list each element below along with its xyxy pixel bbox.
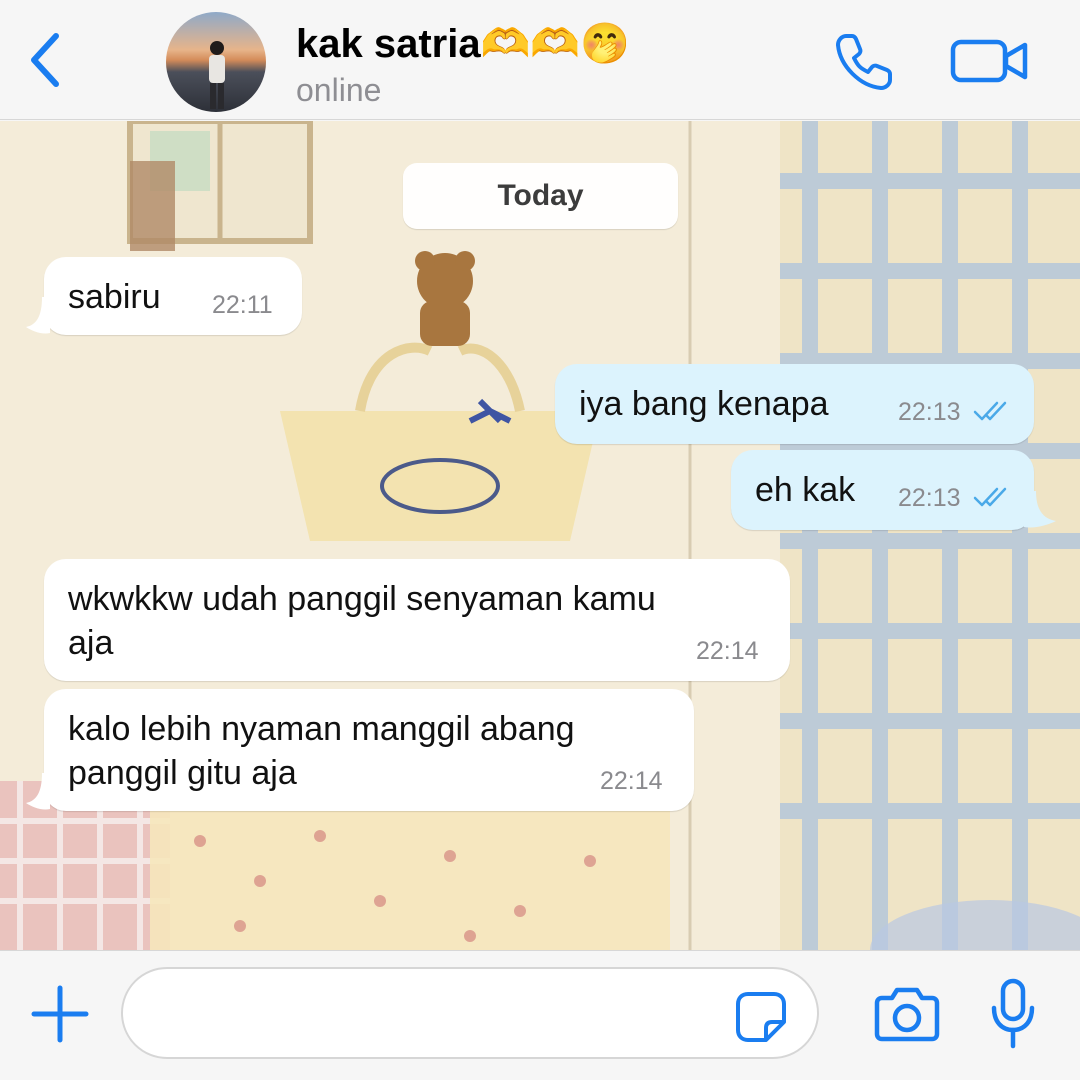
message-time: 22:13 — [898, 398, 961, 426]
bubble-tail — [26, 773, 50, 810]
bubble-tail — [1024, 491, 1056, 528]
message-bubble-outgoing[interactable]: eh kak 22:13 — [731, 450, 1034, 530]
message-text-line-2: aja — [68, 624, 114, 662]
message-text-line-1: kalo lebih nyaman manggil abang — [68, 710, 575, 748]
message-bubble-incoming[interactable]: kalo lebih nyaman manggil abang panggil … — [44, 689, 694, 811]
camera-icon[interactable] — [874, 986, 940, 1042]
message-text: iya bang kenapa — [579, 385, 829, 423]
chat-wallpaper — [0, 121, 1080, 950]
message-time: 22:11 — [212, 291, 273, 319]
contact-name[interactable]: kak satria🫶🫶🤭 — [296, 20, 630, 67]
bubble-tail — [26, 297, 50, 334]
message-time: 22:14 — [696, 637, 759, 665]
chevron-left-icon[interactable] — [22, 30, 72, 90]
chat-area[interactable]: Today sabiru 22:11 iya bang kenapa 22:13… — [0, 121, 1080, 950]
contact-status: online — [296, 72, 382, 108]
message-bubble-incoming[interactable]: sabiru 22:11 — [44, 257, 302, 335]
message-text-line-2: panggil gitu aja — [68, 754, 297, 792]
read-receipt-icon — [973, 401, 1007, 421]
sticker-icon[interactable] — [734, 990, 788, 1044]
message-bubble-incoming[interactable]: wkwkkw udah panggil senyaman kamu aja 22… — [44, 559, 790, 681]
message-time: 22:13 — [898, 484, 961, 512]
video-camera-icon[interactable] — [950, 36, 1030, 86]
chat-header: kak satria🫶🫶🤭 online — [0, 0, 1080, 120]
message-input[interactable] — [121, 967, 819, 1059]
message-text-line-1: wkwkkw udah panggil senyaman kamu — [68, 580, 656, 618]
plus-icon[interactable] — [28, 982, 92, 1046]
read-receipt-icon — [973, 487, 1007, 507]
message-text: eh kak — [755, 471, 856, 509]
message-time: 22:14 — [600, 767, 663, 795]
avatar[interactable] — [166, 12, 266, 112]
message-text: sabiru — [68, 278, 161, 316]
message-bubble-outgoing[interactable]: iya bang kenapa 22:13 — [555, 364, 1034, 444]
date-separator: Today — [403, 163, 678, 229]
microphone-icon[interactable] — [990, 978, 1036, 1050]
phone-icon[interactable] — [832, 30, 896, 94]
avatar-photo — [209, 41, 225, 109]
